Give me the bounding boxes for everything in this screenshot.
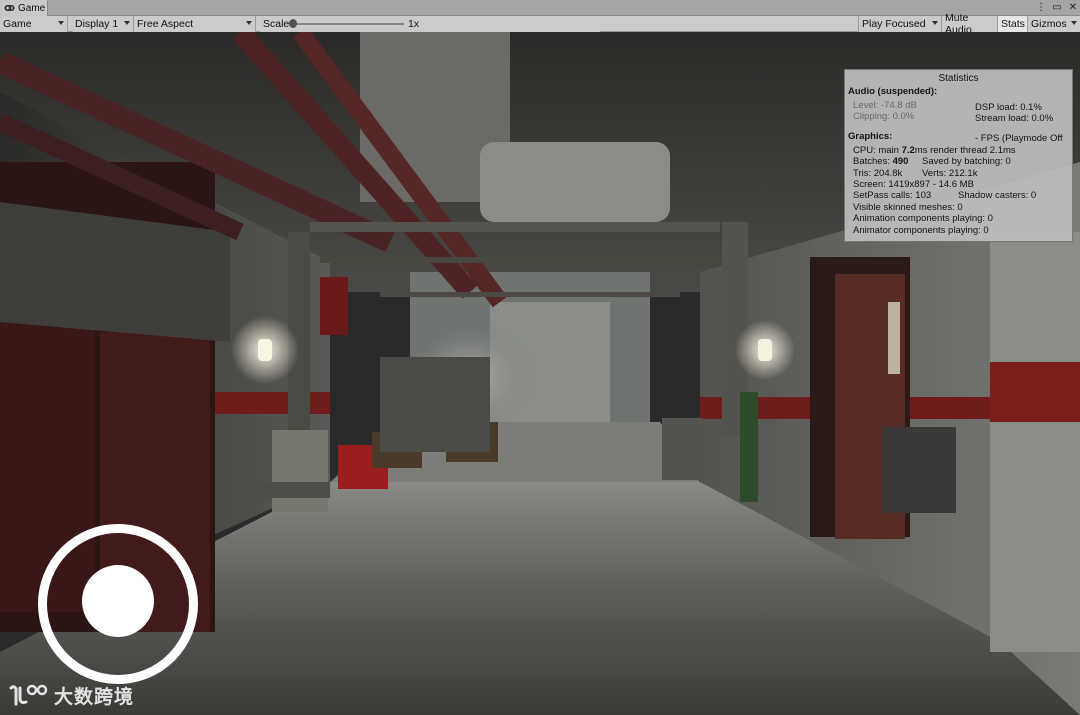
brand-logo-icon (8, 682, 48, 708)
verts-readout: Verts: 212.1k (922, 168, 978, 179)
cpu-readout: CPU: main 7.2ms render thread 2.1ms (853, 145, 1016, 156)
shadow-casters-readout: Shadow casters: 0 (958, 190, 1037, 201)
chevron-down-icon (932, 21, 938, 25)
graphics-header: Graphics: (848, 131, 893, 142)
aspect-label: Free Aspect (137, 18, 194, 30)
gizmos-label: Gizmos (1031, 18, 1067, 30)
display-dropdown[interactable]: Display 1 (72, 16, 134, 32)
chevron-down-icon (1071, 21, 1077, 25)
close-icon[interactable]: ✕ (1068, 0, 1078, 16)
animation-components-readout: Animation components playing: 0 (853, 213, 993, 224)
setpass-readout: SetPass calls: 103 (853, 190, 932, 201)
audio-clipping: Clipping: 0.0% (853, 111, 915, 122)
gizmos-dropdown[interactable]: Gizmos (1028, 16, 1080, 32)
window-tab-bar: Game ⋮ ▭ ✕ (0, 0, 1080, 16)
skinned-meshes-readout: Visible skinned meshes: 0 (853, 202, 963, 213)
saved-by-batching: Saved by batching: 0 (922, 156, 1011, 167)
aspect-dropdown[interactable]: Free Aspect (134, 16, 256, 32)
cpu-main-value: 7.2 (901, 145, 915, 156)
cpu-suffix: ms render thread 2.1ms (914, 145, 1016, 156)
animator-components-readout: Animator components playing: 0 (853, 225, 989, 236)
tab-game[interactable]: Game (0, 0, 48, 16)
stats-label: Stats (1001, 18, 1025, 30)
statistics-panel: Statistics Audio (suspended): Level: -74… (844, 69, 1073, 242)
play-focused-dropdown[interactable]: Play Focused (858, 16, 942, 32)
stats-button[interactable]: Stats (998, 16, 1028, 32)
batches-readout: Batches: 490 (853, 156, 908, 167)
watermark-text: 大数跨境 (54, 685, 135, 708)
tab-game-label: Game (18, 2, 46, 14)
chevron-down-icon (124, 21, 130, 25)
fps-readout: - FPS (Playmode Off (975, 133, 1063, 144)
gamepad-icon (4, 4, 15, 12)
tris-readout: Tris: 204.8k (853, 168, 903, 179)
batches-prefix: Batches: (853, 156, 890, 167)
scale-slider-track[interactable] (292, 23, 404, 25)
scale-control: Scale 1x (260, 16, 600, 32)
watermark: 大数跨境 (8, 680, 134, 710)
scale-slider-thumb[interactable] (289, 19, 297, 28)
screen-readout: Screen: 1419x897 - 14.6 MB (853, 179, 974, 190)
game-toolbar: Game Display 1 Free Aspect Scale 1x Play… (0, 12, 1080, 36)
chevron-down-icon (246, 21, 252, 25)
more-options-icon[interactable]: ⋮ (1036, 0, 1046, 16)
display-label: Display 1 (75, 18, 119, 30)
stream-load: Stream load: 0.0% (975, 113, 1054, 124)
scale-label: Scale (263, 18, 290, 30)
audio-header: Audio (suspended): (848, 86, 938, 97)
chevron-down-icon (58, 21, 64, 25)
play-focused-label: Play Focused (862, 18, 926, 30)
game-mode-dropdown[interactable]: Game (0, 16, 68, 32)
statistics-title: Statistics (938, 73, 979, 84)
scale-value: 1x (408, 18, 420, 30)
batches-value: 490 (892, 156, 909, 167)
dsp-load: DSP load: 0.1% (975, 102, 1042, 113)
cpu-prefix: CPU: main (853, 145, 899, 156)
game-mode-label: Game (3, 18, 32, 30)
window-controls: ⋮ ▭ ✕ (1036, 0, 1078, 16)
joystick-knob[interactable] (82, 565, 154, 637)
audio-level: Level: -74.8 dB (853, 100, 917, 111)
maximize-icon[interactable]: ▭ (1052, 0, 1062, 16)
mute-audio-button[interactable]: Mute Audio (942, 12, 998, 36)
